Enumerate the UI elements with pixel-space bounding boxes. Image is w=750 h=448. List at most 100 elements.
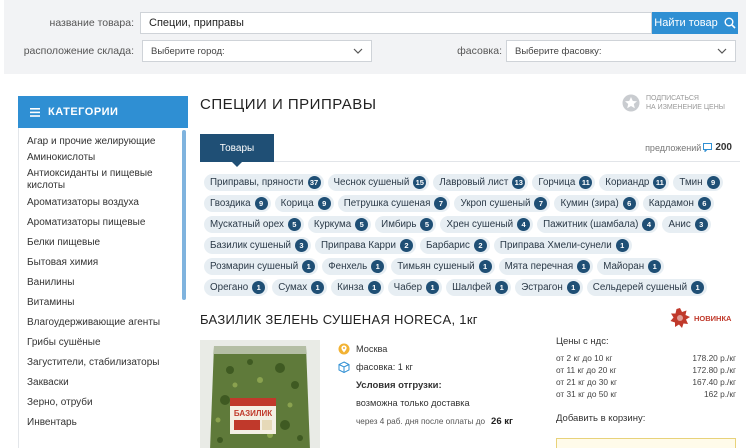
subcategory-tag[interactable]: Кумин (зира) 6	[554, 195, 639, 212]
subcategory-tag[interactable]: Мята перечная 1	[498, 258, 594, 275]
subcategory-tag[interactable]: Приправа Хмели-сунели 1	[493, 237, 632, 254]
subcategory-tag[interactable]: Тмин 9	[673, 174, 723, 191]
search-button-label: Найти товар	[654, 17, 718, 29]
price-value: 167.40 р./кг	[692, 377, 736, 387]
subcategory-tag[interactable]: Шалфей 1	[446, 279, 512, 296]
tag-label: Горчица	[538, 177, 576, 188]
subcategory-tag[interactable]: Кардамон 6	[642, 195, 714, 212]
subcategory-tag[interactable]: Сумах 1	[272, 279, 328, 296]
category-item[interactable]: Влагоудерживающие агенты	[19, 313, 174, 333]
product-package-illustration: БАЗИЛИК	[200, 340, 320, 448]
subcategory-tag[interactable]: Мускатный орех 5	[204, 216, 304, 233]
subcategory-tag[interactable]: Корица 9	[274, 195, 334, 212]
pack-select-placeholder: Выберите фасовку:	[515, 45, 602, 57]
tag-label: Кардамон	[648, 198, 694, 209]
subcategory-tag[interactable]: Укроп сушеный 7	[454, 195, 551, 212]
subcategory-tag[interactable]: Барбарис 2	[419, 237, 490, 254]
subcategory-tag[interactable]: Кинза 1	[331, 279, 384, 296]
tag-count-badge: 1	[302, 260, 316, 273]
tag-count-badge: 1	[648, 260, 662, 273]
subcategory-tag[interactable]: Пажитник (шамбала) 4	[537, 216, 659, 233]
tag-label: Барбарис	[425, 240, 470, 251]
subcategory-tag[interactable]: Приправы, пряности 37	[204, 174, 324, 191]
subcategory-tag[interactable]: Приправа Карри 2	[314, 237, 416, 254]
tag-count-badge: 5	[287, 218, 301, 231]
category-item[interactable]: Агар и прочие желирующие	[19, 134, 174, 149]
warehouse-label: расположение склада:	[23, 45, 134, 57]
new-badge-label: НОВИНКА	[694, 313, 732, 323]
subcategory-tag[interactable]: Тимьян сушеный 1	[391, 258, 495, 275]
category-item[interactable]: Зерно, отруби	[19, 393, 174, 413]
tag-count-badge: 1	[691, 281, 705, 294]
subcategory-tag[interactable]: Хрен сушеный 4	[440, 216, 534, 233]
category-item[interactable]: Бытовая химия	[19, 253, 174, 273]
subcategory-tag[interactable]: Имбирь 5	[375, 216, 437, 233]
category-item[interactable]: Закваски	[19, 373, 174, 393]
tag-count-badge: 7	[434, 197, 448, 210]
tag-count-badge: 1	[495, 281, 509, 294]
subcategory-tag[interactable]: Орегано 1	[204, 279, 269, 296]
tag-count-badge: 37	[307, 176, 321, 189]
category-item[interactable]: Грибы сушёные	[19, 333, 174, 353]
tab-products[interactable]: Товары	[200, 134, 274, 167]
sidebar-scrollbar[interactable]	[182, 130, 186, 300]
city-select[interactable]: Выберите город:	[142, 40, 372, 62]
tag-label: Эстрагон	[521, 282, 563, 293]
add-to-cart-input[interactable]	[556, 438, 736, 448]
price-table: Цены с ндс: от 2 кг до 10 кг 178.20 р./кг…	[556, 336, 736, 448]
pack-select[interactable]: Выберите фасовку:	[506, 40, 736, 62]
filter-row: расположение склада: Выберите город: фас…	[4, 40, 746, 62]
subcategory-tag[interactable]: Сельдерей сушеный 1	[586, 279, 708, 296]
tag-label: Фенхель	[328, 261, 368, 272]
subcategory-tag[interactable]: Анис 3	[662, 216, 711, 233]
category-item[interactable]: Ароматизаторы воздуха	[19, 193, 174, 213]
subcategory-tag[interactable]: Фенхель 1	[322, 258, 388, 275]
tag-count-badge: 6	[697, 197, 711, 210]
search-icon	[724, 17, 736, 29]
category-item[interactable]: Загустители, стабилизаторы	[19, 353, 174, 373]
tag-label: Мускатный орех	[210, 219, 284, 230]
subcategory-tag[interactable]: Горчица 11	[532, 174, 596, 191]
tag-label: Сумах	[278, 282, 308, 293]
subcategory-tag[interactable]: Кориандр 11	[599, 174, 670, 191]
shipping-title: Условия отгрузки:	[356, 379, 442, 391]
product-title[interactable]: БАЗИЛИК ЗЕЛЕНЬ СУШЕНАЯ HORECA, 1кг	[200, 312, 478, 327]
menu-icon	[30, 107, 40, 117]
category-item[interactable]: Белки пищевые	[19, 233, 174, 253]
subcategory-tag[interactable]: Розмарин сушеный 1	[204, 258, 319, 275]
category-item[interactable]: Инвентарь	[19, 413, 174, 433]
categories-header[interactable]: КАТЕГОРИИ	[18, 96, 188, 128]
tag-label: Кинза	[337, 282, 364, 293]
subcategory-tag[interactable]: Гвоздика 9	[204, 195, 271, 212]
tag-count-badge: 3	[294, 239, 308, 252]
tag-count-badge: 4	[642, 218, 656, 231]
price-row: от 21 кг до 30 кг 167.40 р./кг	[556, 377, 736, 389]
subcategory-tag[interactable]: Лавровый лист 13	[433, 174, 529, 191]
category-item[interactable]: Антиоксиданты и пищевые кислоты	[19, 166, 174, 193]
tag-row: Базилик сушеный 3 Приправа Карри 2 Барбарис 2…	[204, 237, 740, 254]
subcategory-tag[interactable]: Чеснок сушеный 15	[327, 174, 430, 191]
subscribe-price-change[interactable]: ПОДПИСАТЬСЯ НА ИЗМЕНЕНИЕ ЦЕНЫ	[622, 94, 742, 112]
category-item[interactable]: Аминокислоты	[19, 149, 174, 166]
subcategory-tag[interactable]: Чабер 1	[387, 279, 443, 296]
subcategory-tag[interactable]: Майоран 1	[597, 258, 665, 275]
subcategory-tag[interactable]: Базилик сушеный 3	[204, 237, 311, 254]
price-range: от 21 кг до 30 кг	[556, 377, 617, 387]
new-badge: НОВИНКА	[670, 308, 731, 328]
subscribe-line-1: ПОДПИСАТЬСЯ	[646, 95, 699, 102]
category-item[interactable]: Ароматизаторы пищевые	[19, 213, 174, 233]
subcategory-tag[interactable]: Эстрагон 1	[515, 279, 583, 296]
category-item[interactable]: Ванилины	[19, 273, 174, 293]
subscribe-line-2: НА ИЗМЕНЕНИЕ ЦЕНЫ	[646, 104, 725, 111]
search-input[interactable]: Специи, приправы	[140, 12, 652, 34]
product-image[interactable]: БАЗИЛИК	[200, 340, 320, 448]
price-row: от 11 кг до 20 кг 172.80 р./кг	[556, 365, 736, 377]
category-item[interactable]: Витамины	[19, 293, 174, 313]
city-value: Москва	[356, 344, 388, 354]
search-button[interactable]: Найти товар	[652, 12, 738, 34]
tag-count-badge: 1	[577, 260, 591, 273]
price-range: от 11 кг до 20 кг	[556, 365, 617, 375]
categories-sidebar: КАТЕГОРИИ Агар и прочие желирующие Аминок…	[18, 96, 188, 448]
subcategory-tag[interactable]: Куркума 5	[307, 216, 372, 233]
subcategory-tag[interactable]: Петрушка сушеная 7	[337, 195, 451, 212]
